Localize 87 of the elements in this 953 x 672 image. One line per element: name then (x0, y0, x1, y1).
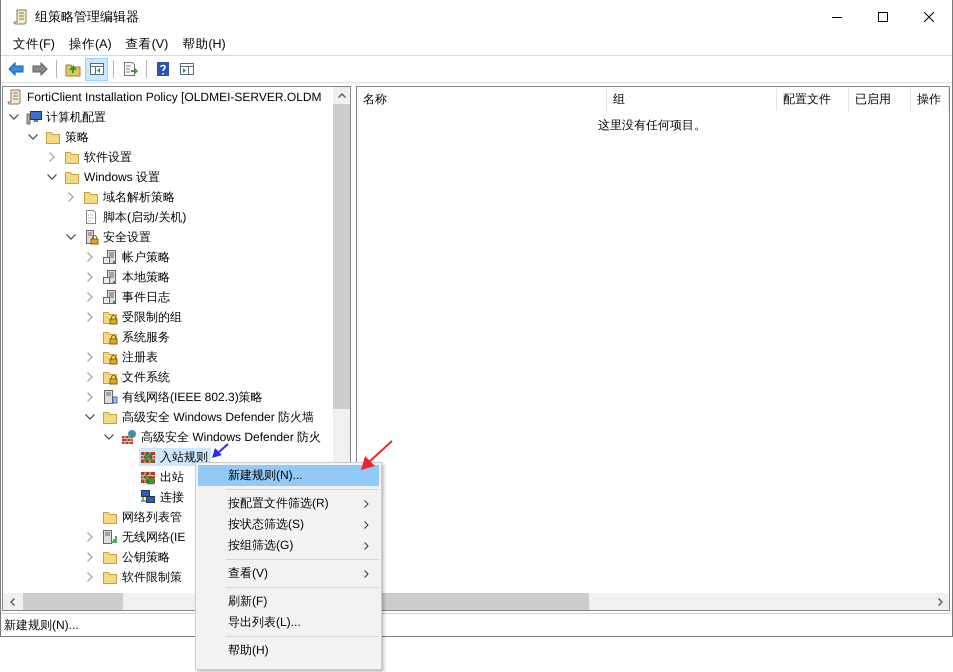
tree-item[interactable]: Windows 设置 (63, 168, 164, 186)
column-header[interactable]: 组 (607, 87, 777, 111)
folder-icon (64, 169, 80, 185)
tree-item[interactable]: 事件日志 (101, 288, 173, 306)
locked-folder-icon (102, 349, 118, 365)
computers-icon (140, 489, 156, 505)
folder-icon (102, 509, 118, 525)
column-header[interactable]: 操作 (911, 87, 949, 111)
policy-icon (13, 8, 29, 24)
computer-icon (26, 109, 42, 125)
tree-item[interactable]: 帐户策略 (101, 248, 173, 266)
close-icon (924, 12, 934, 22)
locked-folder-icon (102, 369, 118, 385)
menu-item[interactable]: 帮助(H) (175, 34, 233, 54)
network-server-icon (102, 389, 118, 405)
firewall-icon (121, 429, 137, 445)
locked-folder-icon (102, 329, 118, 345)
tree-item[interactable]: 出站 (139, 468, 187, 486)
tree-item[interactable]: FortiClient Installation Policy [OLDMEI-SERVER.OLDM (6, 88, 325, 106)
annotation-arrow (361, 440, 393, 470)
tree-item[interactable]: 脚本(启动/关机) (82, 208, 190, 226)
folder-icon (102, 409, 118, 425)
tree-item[interactable]: 连接 (139, 488, 187, 506)
tree-item[interactable]: 本地策略 (101, 268, 173, 286)
tree-item[interactable]: 文件系统 (101, 368, 173, 386)
server-icon (102, 269, 118, 285)
empty-message: 这里没有任何项目。 (597, 117, 707, 134)
policy-icon (7, 89, 23, 105)
menu-item[interactable]: 新建规则(N)... (198, 465, 379, 486)
tree-item[interactable]: 计算机配置 (25, 108, 109, 126)
status-text: 新建规则(N)... (4, 616, 79, 634)
tree-item[interactable]: 安全设置 (82, 228, 154, 246)
tree-item[interactable]: 高级安全 Windows Defender 防火 (120, 428, 324, 446)
folder-icon (83, 189, 99, 205)
brick-wall-arrow-icon (140, 449, 156, 465)
tree-item[interactable]: 系统服务 (101, 328, 173, 346)
pane-icon (178, 61, 194, 77)
menu-item[interactable]: 导出列表(L)... (198, 612, 379, 633)
brick-wall-arrow-icon (140, 469, 156, 485)
back-arrow-icon (8, 61, 24, 77)
tree-item[interactable]: 无线网络(IE (101, 528, 188, 546)
server-icon (102, 289, 118, 305)
tree-item[interactable]: 域名解析策略 (82, 188, 178, 206)
tree-item[interactable]: 高级安全 Windows Defender 防火墙 (101, 408, 318, 426)
menu-item[interactable]: 刷新(F) (198, 591, 379, 612)
wireless-server-icon (102, 529, 118, 545)
menu-item[interactable]: 按状态筛选(S) (198, 514, 379, 535)
server-lock-icon (83, 229, 99, 245)
tree-item[interactable]: 软件设置 (63, 148, 135, 166)
export-list-icon (122, 61, 138, 77)
folder-icon (64, 149, 80, 165)
folder-icon (102, 549, 118, 565)
maximize-icon (878, 12, 888, 22)
tree-item[interactable]: 有线网络(IEEE 802.3)策略 (101, 388, 266, 406)
toolbar-button[interactable] (85, 58, 108, 80)
menu-item[interactable]: 操作(A) (62, 34, 119, 54)
tree-item[interactable]: 网络列表管 (101, 508, 185, 526)
tree-item[interactable]: 注册表 (101, 348, 161, 366)
column-header[interactable]: 配置文件 (777, 87, 849, 111)
scrollbar-thumb[interactable] (23, 593, 123, 610)
menu-item[interactable]: 查看(V) (198, 563, 379, 584)
script-icon (83, 209, 99, 225)
menu-item[interactable]: 帮助(H) (198, 640, 379, 661)
menu-item[interactable]: 按配置文件筛选(R) (198, 493, 379, 514)
tree-item[interactable]: 受限制的组 (101, 308, 185, 326)
menu-item[interactable]: 按组筛选(G) (198, 535, 379, 556)
menu-item[interactable]: 查看(V) (118, 34, 176, 54)
annotation-arrow (212, 443, 229, 458)
help-icon (154, 61, 170, 77)
server-icon (102, 249, 118, 265)
menu-item[interactable]: 文件(F) (6, 34, 62, 54)
forward-arrow-icon (32, 61, 48, 77)
folder-icon (45, 129, 61, 145)
locked-folder-icon (102, 309, 118, 325)
column-header[interactable]: 名称 (357, 87, 607, 111)
folder-icon (102, 569, 118, 585)
scroll-left-icon[interactable] (10, 598, 15, 606)
scroll-right-icon[interactable] (938, 598, 943, 606)
tree-item[interactable]: 软件限制策 (101, 568, 185, 586)
window-title: 组策略管理编辑器 (35, 8, 139, 26)
column-header[interactable]: 已启用 (849, 87, 911, 111)
scrollbar-thumb[interactable] (333, 104, 350, 409)
panel-icon (88, 61, 104, 77)
tree-item[interactable]: 入站规则 (139, 448, 211, 466)
tree-item[interactable]: 策略 (44, 128, 92, 146)
scroll-up-icon[interactable] (338, 93, 346, 98)
tree-item[interactable]: 公钥策略 (101, 548, 173, 566)
